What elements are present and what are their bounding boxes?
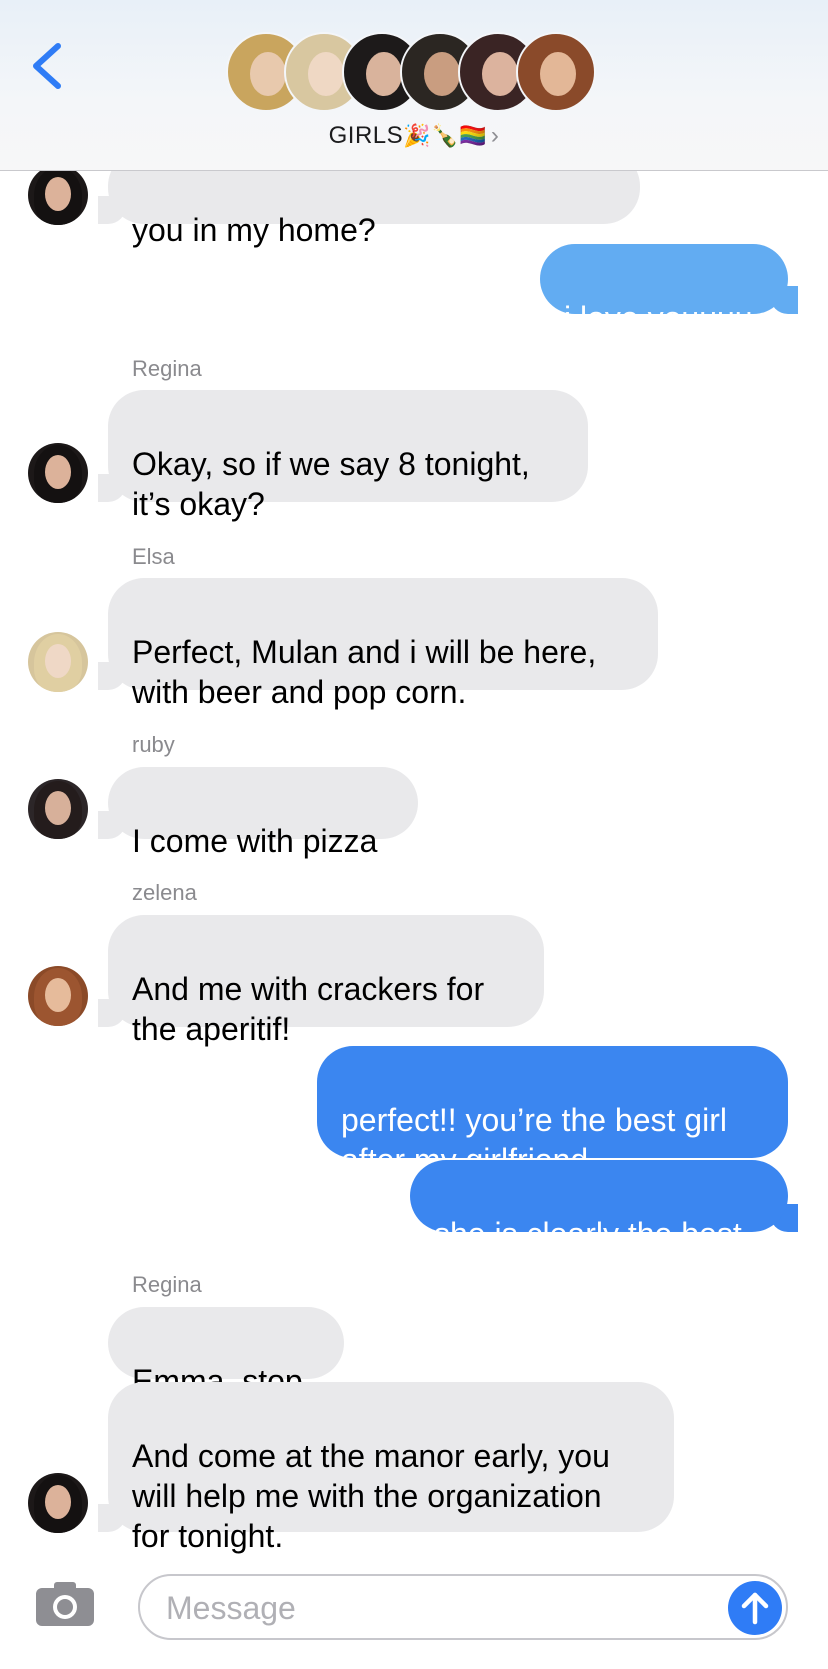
avatar-zelena[interactable] bbox=[28, 966, 88, 1026]
avatar-regina[interactable] bbox=[28, 165, 88, 225]
sender-name: Regina bbox=[132, 1272, 202, 1297]
message-text: And me with crackers for the aperitif! bbox=[132, 971, 485, 1047]
group-name: GIRLS bbox=[328, 122, 404, 149]
sender-name: zelena bbox=[132, 880, 197, 905]
message-bubble-incoming[interactable]: I come with pizza bbox=[98, 767, 418, 859]
message-text: she is clearly the best bbox=[434, 1216, 742, 1252]
avatar-ruby[interactable] bbox=[28, 779, 88, 839]
group-title[interactable]: GIRLS🎉🍾🏳️‍🌈 › bbox=[0, 122, 828, 150]
message-bubble-incoming[interactable]: Okay, so if we say 8 tonight, it’s okay? bbox=[98, 390, 588, 522]
message-text: I come with pizza bbox=[132, 823, 378, 859]
message-input-placeholder: Message bbox=[166, 1590, 296, 1626]
message-input[interactable]: Message bbox=[138, 1574, 788, 1640]
sender-name: Regina bbox=[132, 356, 202, 381]
group-emojis: 🎉🍾🏳️‍🌈 bbox=[403, 123, 487, 148]
message-bubble-incoming[interactable]: And me with crackers for the aperitif! bbox=[98, 915, 544, 1047]
message-bubble-outgoing[interactable]: i love youuuu bbox=[540, 244, 798, 336]
message-bubble-outgoing[interactable]: perfect!! you’re the best girl after my … bbox=[317, 1046, 788, 1178]
message-text: Perfect, Mulan and i will be here, with … bbox=[132, 634, 597, 710]
avatar-regina[interactable] bbox=[28, 1473, 88, 1533]
message-bubble-incoming[interactable]: Perfect, Mulan and i will be here, with … bbox=[98, 578, 658, 710]
send-button[interactable] bbox=[728, 1581, 782, 1635]
chevron-right-icon: › bbox=[490, 122, 500, 149]
message-text: i love youuuu bbox=[564, 300, 753, 336]
avatar-elsa[interactable] bbox=[28, 632, 88, 692]
conversation-header: GIRLS🎉🍾🏳️‍🌈 › bbox=[0, 0, 828, 171]
send-arrow-icon bbox=[741, 1592, 769, 1625]
message-bubble-outgoing[interactable]: she is clearly the best bbox=[410, 1160, 798, 1252]
message-text: you in my home? bbox=[132, 212, 376, 248]
message-text: Okay, so if we say 8 tonight, it’s okay? bbox=[132, 446, 530, 522]
message-text: And come at the manor early, you will he… bbox=[132, 1438, 610, 1554]
avatar-regina[interactable] bbox=[28, 443, 88, 503]
sender-name: ruby bbox=[132, 732, 175, 757]
message-bubble-incoming[interactable]: Emma, stop. bbox=[108, 1307, 344, 1399]
sender-name: Elsa bbox=[132, 544, 175, 569]
back-chevron-icon[interactable] bbox=[28, 40, 68, 92]
message-bubble-incoming[interactable]: And come at the manor early, you will he… bbox=[98, 1382, 674, 1554]
avatar bbox=[516, 32, 596, 112]
group-avatars[interactable] bbox=[226, 32, 606, 114]
camera-icon[interactable] bbox=[34, 1580, 96, 1628]
